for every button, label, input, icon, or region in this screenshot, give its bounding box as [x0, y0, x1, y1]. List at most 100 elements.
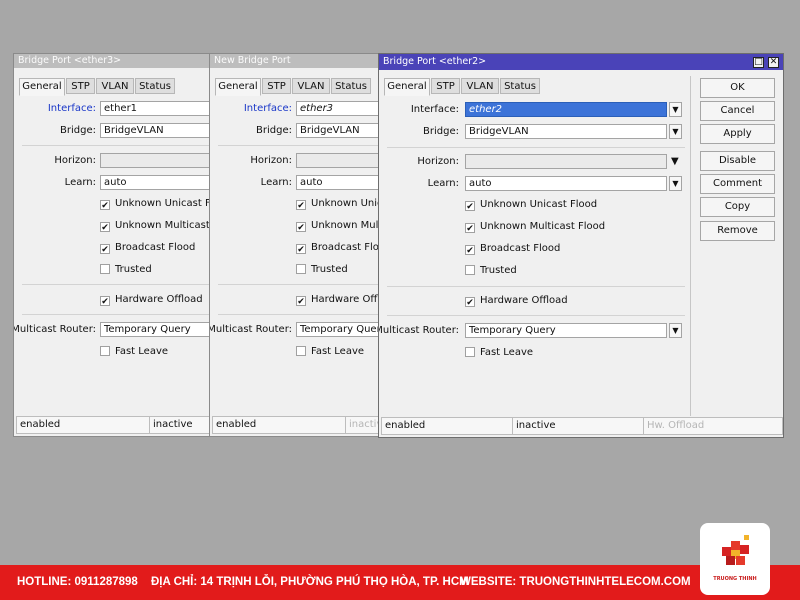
horizon-label: Horizon:: [417, 156, 459, 167]
multicast-router-dropdown-icon[interactable]: ▼: [669, 323, 682, 338]
tab-vlan[interactable]: VLAN: [461, 78, 499, 94]
learn-field[interactable]: auto: [296, 175, 383, 190]
separator: [22, 314, 210, 315]
check-icon: ✔: [100, 222, 110, 233]
disable-button[interactable]: Disable: [700, 151, 775, 171]
multicast-router-field[interactable]: Temporary Query: [100, 322, 210, 337]
checkbox-label: Trusted: [480, 265, 517, 276]
trusted-checkbox[interactable]: Trusted: [296, 264, 348, 275]
horizon-dropdown-icon[interactable]: ▼: [671, 154, 679, 169]
check-icon: ✔: [296, 244, 306, 255]
interface-field[interactable]: ether1: [100, 101, 210, 116]
learn-field[interactable]: auto: [100, 175, 210, 190]
unknown-multicast-flood-checkbox[interactable]: ✔ Unknown Multicast Flood: [100, 220, 210, 233]
trusted-checkbox[interactable]: Trusted: [465, 265, 517, 276]
window-title[interactable]: New Bridge Port: [210, 54, 383, 68]
fast-leave-checkbox[interactable]: Fast Leave: [465, 347, 533, 358]
interface-field[interactable]: ether2: [465, 102, 667, 117]
checkbox-label: Unknown Multicast Flood: [480, 221, 606, 232]
checkbox-empty: [100, 346, 110, 356]
window-title[interactable]: Bridge Port <ether3>: [14, 54, 210, 68]
broadcast-flood-checkbox[interactable]: ✔ Broadcast Flood: [465, 243, 560, 256]
hardware-offload-checkbox[interactable]: ✔ Hardware Offload: [100, 294, 203, 307]
check-icon: ✔: [465, 245, 475, 256]
broadcast-flood-checkbox[interactable]: ✔ Broadcast Flood: [100, 242, 195, 255]
bridge-port-ether3-window[interactable]: Bridge Port <ether3> General STP VLAN St…: [13, 53, 211, 437]
remove-button[interactable]: Remove: [700, 221, 775, 241]
checkbox-label: Unknown Unicast Flood: [115, 198, 211, 209]
ok-button[interactable]: OK: [700, 78, 775, 98]
hardware-offload-checkbox[interactable]: ✔ Hardware Offload: [296, 294, 383, 307]
learn-label: Learn:: [427, 178, 459, 189]
apply-button[interactable]: Apply: [700, 124, 775, 144]
check-icon: ✔: [100, 296, 110, 307]
multicast-router-field[interactable]: Temporary Query: [296, 322, 383, 337]
window-title[interactable]: Bridge Port <ether2>: [379, 54, 783, 70]
tab-vlan[interactable]: VLAN: [292, 78, 330, 94]
fast-leave-checkbox[interactable]: Fast Leave: [100, 346, 168, 357]
bridge-label: Bridge:: [256, 125, 292, 136]
maximize-icon[interactable]: □: [753, 57, 764, 68]
tab-general[interactable]: General: [384, 78, 430, 96]
horizon-field[interactable]: [100, 153, 210, 168]
trusted-checkbox[interactable]: Trusted: [100, 264, 152, 275]
bridge-label: Bridge:: [60, 125, 96, 136]
checkbox-label: Unknown Multicast Flood: [115, 220, 210, 231]
interface-dropdown-icon[interactable]: ▼: [669, 102, 682, 117]
bridge-label: Bridge:: [423, 126, 459, 137]
cancel-button[interactable]: Cancel: [700, 101, 775, 121]
horizon-label: Horizon:: [250, 155, 292, 166]
multicast-router-label: Multicast Router:: [13, 324, 96, 335]
comment-button[interactable]: Comment: [700, 174, 775, 194]
tab-general[interactable]: General: [215, 78, 261, 96]
status-hw-offload: Hw. Offload: [643, 417, 783, 435]
tab-stp[interactable]: STP: [431, 78, 460, 94]
copy-button[interactable]: Copy: [700, 197, 775, 217]
bridge-field[interactable]: BridgeVLAN: [465, 124, 667, 139]
close-icon[interactable]: ✕: [768, 57, 779, 68]
checkbox-label: Unknown Unicast Flood: [480, 199, 598, 210]
learn-dropdown-icon[interactable]: ▼: [669, 176, 682, 191]
address-text: ĐỊA CHỈ: 14 TRỊNH LỖI, PHƯỜNG PHÚ THỌ HÒ…: [151, 576, 469, 588]
tab-general[interactable]: General: [19, 78, 65, 96]
checkbox-empty: [296, 264, 306, 274]
tab-status[interactable]: Status: [500, 78, 540, 94]
interface-label: Interface:: [243, 103, 292, 114]
separator: [387, 147, 685, 148]
fast-leave-checkbox[interactable]: Fast Leave: [296, 346, 364, 357]
tab-status[interactable]: Status: [331, 78, 371, 94]
checkbox-label: Fast Leave: [115, 346, 169, 357]
check-icon: ✔: [465, 223, 475, 234]
unknown-unicast-flood-checkbox[interactable]: ✔ Unknown Unicast Flood: [296, 198, 383, 211]
interface-field[interactable]: ether3: [296, 101, 383, 116]
logo-mark-icon: [722, 535, 749, 565]
new-bridge-port-window[interactable]: New Bridge Port General STP VLAN Status …: [209, 53, 384, 437]
bridge-field[interactable]: BridgeVLAN: [100, 123, 210, 138]
separator: [387, 286, 685, 287]
tab-stp[interactable]: STP: [66, 78, 95, 94]
unknown-multicast-flood-checkbox[interactable]: ✔ Unknown Multicast Flood: [465, 221, 606, 234]
broadcast-flood-checkbox[interactable]: ✔ Broadcast Flood: [296, 242, 383, 255]
website-text[interactable]: WEBSITE: TRUONGTHINHTELECOM.COM: [460, 565, 691, 600]
tab-status[interactable]: Status: [135, 78, 175, 94]
status-inactive: inactive: [149, 416, 210, 434]
hardware-offload-checkbox[interactable]: ✔ Hardware Offload: [465, 295, 568, 308]
separator: [218, 145, 383, 146]
checkbox-label: Fast Leave: [311, 346, 365, 357]
unknown-unicast-flood-checkbox[interactable]: ✔ Unknown Unicast Flood: [465, 199, 598, 212]
bridge-dropdown-icon[interactable]: ▼: [669, 124, 682, 139]
horizon-field[interactable]: [296, 153, 383, 168]
horizon-field[interactable]: [465, 154, 667, 169]
bridge-field[interactable]: BridgeVLAN: [296, 123, 383, 138]
checkbox-empty: [296, 346, 306, 356]
tab-stp[interactable]: STP: [262, 78, 291, 94]
tab-vlan[interactable]: VLAN: [96, 78, 134, 94]
check-icon: ✔: [100, 244, 110, 255]
logo-text: TRUONG THINH: [713, 576, 757, 582]
learn-label: Learn:: [260, 177, 292, 188]
unknown-unicast-flood-checkbox[interactable]: ✔ Unknown Unicast Flood: [100, 198, 211, 211]
multicast-router-field[interactable]: Temporary Query: [465, 323, 667, 338]
unknown-multicast-flood-checkbox[interactable]: ✔ Unknown Multicast Flood: [296, 220, 383, 233]
form-panel-border: [690, 76, 691, 416]
learn-field[interactable]: auto: [465, 176, 667, 191]
